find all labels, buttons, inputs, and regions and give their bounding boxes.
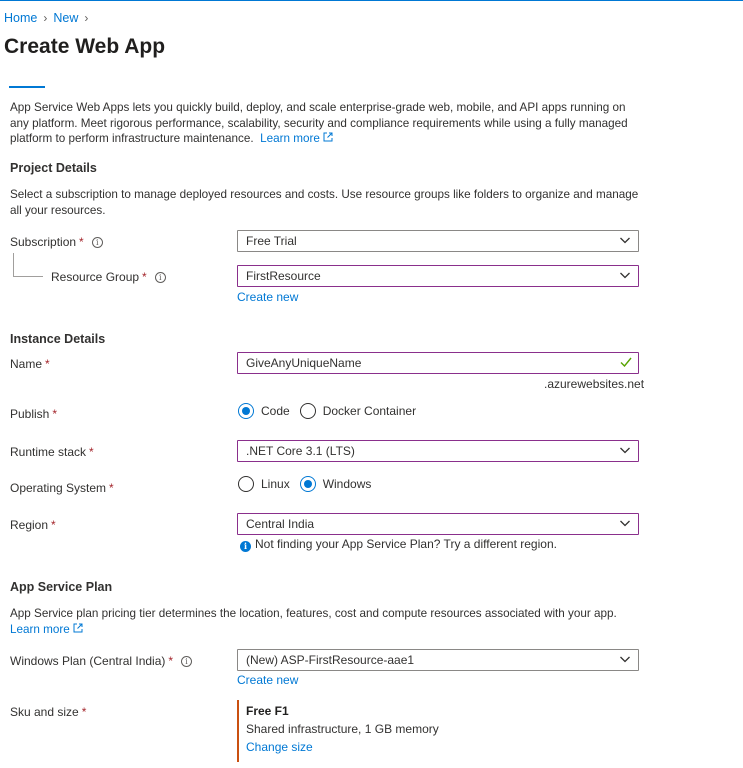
publish-label-text: Publish bbox=[10, 407, 50, 421]
operating-system-label-text: Operating System bbox=[10, 481, 107, 495]
create-new-plan-link[interactable]: Create new bbox=[237, 673, 298, 687]
page-title: Create Web App bbox=[4, 35, 166, 58]
region-label-text: Region bbox=[10, 518, 49, 532]
chevron-down-icon bbox=[620, 520, 630, 527]
sku-size-label: Sku and size * bbox=[10, 705, 86, 719]
windows-plan-label: Windows Plan (Central India) * i bbox=[10, 654, 193, 668]
required-asterisk: * bbox=[109, 481, 114, 495]
sku-detail: Shared infrastructure, 1 GB memory bbox=[246, 722, 439, 736]
windows-plan-value: (New) ASP-FirstResource-aae1 bbox=[246, 653, 415, 667]
resource-group-dropdown[interactable]: FirstResource bbox=[237, 265, 639, 287]
required-asterisk: * bbox=[79, 235, 84, 249]
instance-details-heading: Instance Details bbox=[10, 332, 106, 346]
required-asterisk: * bbox=[89, 445, 94, 459]
os-linux-label[interactable]: Linux bbox=[261, 477, 290, 491]
required-asterisk: * bbox=[142, 270, 147, 284]
required-asterisk: * bbox=[81, 705, 87, 719]
required-asterisk: * bbox=[168, 654, 174, 668]
required-asterisk: * bbox=[51, 518, 56, 532]
sku-size-label-text: Sku and size bbox=[10, 705, 79, 719]
tree-connector bbox=[13, 253, 14, 276]
publish-code-label[interactable]: Code bbox=[261, 404, 290, 418]
runtime-stack-dropdown[interactable]: .NET Core 3.1 (LTS) bbox=[237, 440, 639, 462]
info-icon[interactable]: i bbox=[181, 656, 193, 667]
tree-connector bbox=[13, 276, 43, 277]
publish-label: Publish * bbox=[10, 407, 57, 421]
plan-learn-more-link[interactable]: Learn more bbox=[10, 623, 70, 636]
resource-group-label-text: Resource Group bbox=[51, 270, 140, 284]
chevron-down-icon bbox=[620, 656, 630, 663]
required-asterisk: * bbox=[45, 357, 50, 371]
active-tab-indicator bbox=[9, 86, 45, 88]
project-details-heading: Project Details bbox=[10, 161, 97, 175]
subscription-dropdown[interactable]: Free Trial bbox=[237, 230, 639, 252]
region-label: Region * bbox=[10, 518, 56, 532]
top-accent-line bbox=[0, 0, 743, 1]
region-hint-text: Not finding your App Service Plan? Try a… bbox=[255, 537, 557, 551]
region-value: Central India bbox=[246, 517, 315, 531]
chevron-right-icon: › bbox=[43, 11, 48, 25]
runtime-stack-label-text: Runtime stack bbox=[10, 445, 87, 459]
create-new-resource-group-link[interactable]: Create new bbox=[237, 290, 298, 304]
chevron-right-icon: › bbox=[84, 11, 89, 25]
subscription-label-text: Subscription bbox=[10, 235, 77, 249]
os-radio-group: Linux Windows bbox=[238, 476, 381, 492]
sku-summary: Free F1 Shared infrastructure, 1 GB memo… bbox=[237, 700, 597, 762]
publish-code-radio[interactable] bbox=[238, 403, 254, 419]
project-details-description: Select a subscription to manage deployed… bbox=[10, 188, 639, 217]
publish-docker-label[interactable]: Docker Container bbox=[323, 404, 416, 418]
required-asterisk: * bbox=[52, 407, 58, 421]
info-icon[interactable]: i bbox=[91, 237, 103, 248]
app-service-plan-description: App Service plan pricing tier determines… bbox=[10, 606, 640, 637]
resource-group-label: Resource Group * i bbox=[51, 270, 166, 284]
app-service-plan-heading: App Service Plan bbox=[10, 580, 113, 594]
publish-docker-radio[interactable] bbox=[299, 403, 316, 419]
external-link-icon bbox=[323, 132, 333, 142]
breadcrumb-new[interactable]: New bbox=[53, 11, 78, 25]
external-link-icon bbox=[73, 623, 83, 632]
windows-plan-label-text: Windows Plan (Central India) bbox=[10, 654, 166, 668]
operating-system-label: Operating System * bbox=[10, 481, 114, 495]
name-label-text: Name bbox=[10, 357, 43, 371]
region-dropdown[interactable]: Central India bbox=[237, 513, 639, 535]
info-icon: i bbox=[240, 541, 251, 552]
learn-more-link[interactable]: Learn more bbox=[260, 132, 320, 145]
plan-description-text: App Service plan pricing tier determines… bbox=[10, 607, 617, 620]
windows-plan-dropdown[interactable]: (New) ASP-FirstResource-aae1 bbox=[237, 649, 639, 671]
os-linux-radio[interactable] bbox=[238, 476, 254, 492]
chevron-down-icon bbox=[620, 237, 630, 244]
publish-radio-group: Code Docker Container bbox=[238, 403, 426, 419]
name-label: Name * bbox=[10, 357, 50, 371]
name-domain-suffix: .azurewebsites.net bbox=[544, 377, 645, 391]
region-hint: i Not finding your App Service Plan? Try … bbox=[240, 537, 557, 552]
subscription-label: Subscription * i bbox=[10, 235, 103, 249]
os-windows-label[interactable]: Windows bbox=[323, 477, 372, 491]
runtime-stack-value: .NET Core 3.1 (LTS) bbox=[246, 444, 355, 458]
info-icon[interactable]: i bbox=[154, 272, 166, 283]
change-size-link[interactable]: Change size bbox=[246, 740, 597, 754]
sku-name: Free F1 bbox=[246, 704, 289, 718]
chevron-down-icon bbox=[620, 447, 630, 454]
checkmark-icon bbox=[620, 357, 632, 367]
runtime-stack-label: Runtime stack * bbox=[10, 445, 94, 459]
name-input[interactable]: GiveAnyUniqueName bbox=[237, 352, 639, 374]
resource-group-value: FirstResource bbox=[246, 269, 321, 283]
subscription-value: Free Trial bbox=[246, 234, 297, 248]
name-input-value: GiveAnyUniqueName bbox=[246, 356, 362, 370]
chevron-down-icon bbox=[620, 272, 630, 279]
breadcrumb-home[interactable]: Home bbox=[4, 11, 37, 25]
os-windows-radio[interactable] bbox=[299, 476, 316, 492]
intro-paragraph: App Service Web Apps lets you quickly bu… bbox=[10, 100, 640, 147]
breadcrumb: Home › New › bbox=[4, 11, 94, 25]
